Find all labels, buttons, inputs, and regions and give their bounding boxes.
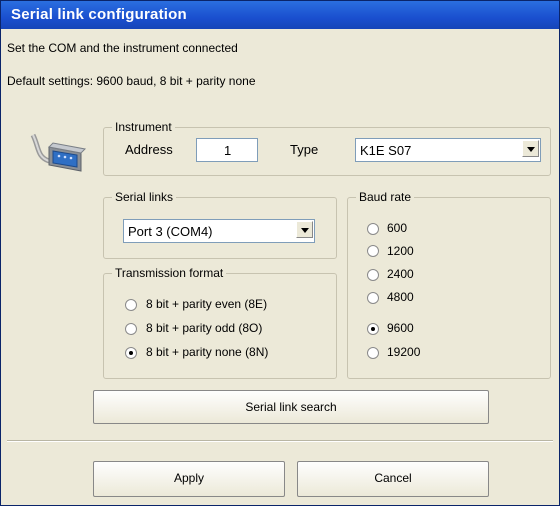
serial-links-legend: Serial links (112, 190, 177, 204)
baud-9600-label[interactable]: 9600 (387, 321, 414, 335)
intro-line-1: Set the COM and the instrument connected (7, 41, 238, 55)
cancel-button[interactable]: Cancel (297, 461, 489, 497)
chevron-down-icon[interactable] (296, 221, 313, 238)
apply-button[interactable]: Apply (93, 461, 285, 497)
parity-none-label[interactable]: 8 bit + parity none (8N) (146, 345, 268, 359)
parity-odd-label[interactable]: 8 bit + parity odd (8O) (146, 321, 262, 335)
type-label: Type (290, 142, 319, 157)
baud-19200-radio[interactable] (367, 347, 379, 359)
instrument-legend: Instrument (112, 120, 175, 134)
serial-port-value: Port 3 (COM4) (128, 224, 213, 239)
baud-4800-label[interactable]: 4800 (387, 290, 414, 304)
serial-link-search-button[interactable]: Serial link search (93, 390, 489, 424)
title-bar[interactable]: Serial link configuration (1, 1, 559, 29)
baud-rate-legend: Baud rate (356, 190, 415, 204)
chevron-down-icon[interactable] (522, 140, 539, 157)
type-select-value: K1E S07 (360, 143, 412, 158)
parity-even-radio[interactable] (125, 299, 137, 311)
serial-config-dialog: Serial link configuration Set the COM an… (0, 0, 560, 506)
parity-none-radio[interactable] (125, 347, 137, 359)
divider (7, 441, 553, 442)
address-value: 1 (224, 143, 232, 158)
window-title: Serial link configuration (11, 6, 187, 23)
baud-9600-radio[interactable] (367, 323, 379, 335)
parity-even-label[interactable]: 8 bit + parity even (8E) (146, 297, 267, 311)
parity-odd-radio[interactable] (125, 323, 137, 335)
serial-link-search-label: Serial link search (245, 400, 337, 414)
serial-port-select[interactable]: Port 3 (COM4) (123, 219, 315, 243)
intro-line-2: Default settings: 9600 baud, 8 bit + par… (7, 74, 256, 88)
cancel-label: Cancel (374, 471, 412, 485)
baud-1200-label[interactable]: 1200 (387, 244, 414, 258)
baud-2400-label[interactable]: 2400 (387, 267, 414, 281)
address-field[interactable]: 1 (196, 138, 258, 162)
type-select[interactable]: K1E S07 (355, 138, 541, 162)
baud-19200-label[interactable]: 19200 (387, 345, 420, 359)
baud-600-radio[interactable] (367, 223, 379, 235)
apply-label: Apply (173, 471, 205, 485)
serial-connector-icon (30, 133, 87, 172)
transmission-format-legend: Transmission format (112, 266, 227, 280)
baud-4800-radio[interactable] (367, 292, 379, 304)
baud-1200-radio[interactable] (367, 245, 379, 257)
baud-2400-radio[interactable] (367, 269, 379, 281)
address-label: Address (125, 142, 173, 157)
baud-600-label[interactable]: 600 (387, 221, 407, 235)
